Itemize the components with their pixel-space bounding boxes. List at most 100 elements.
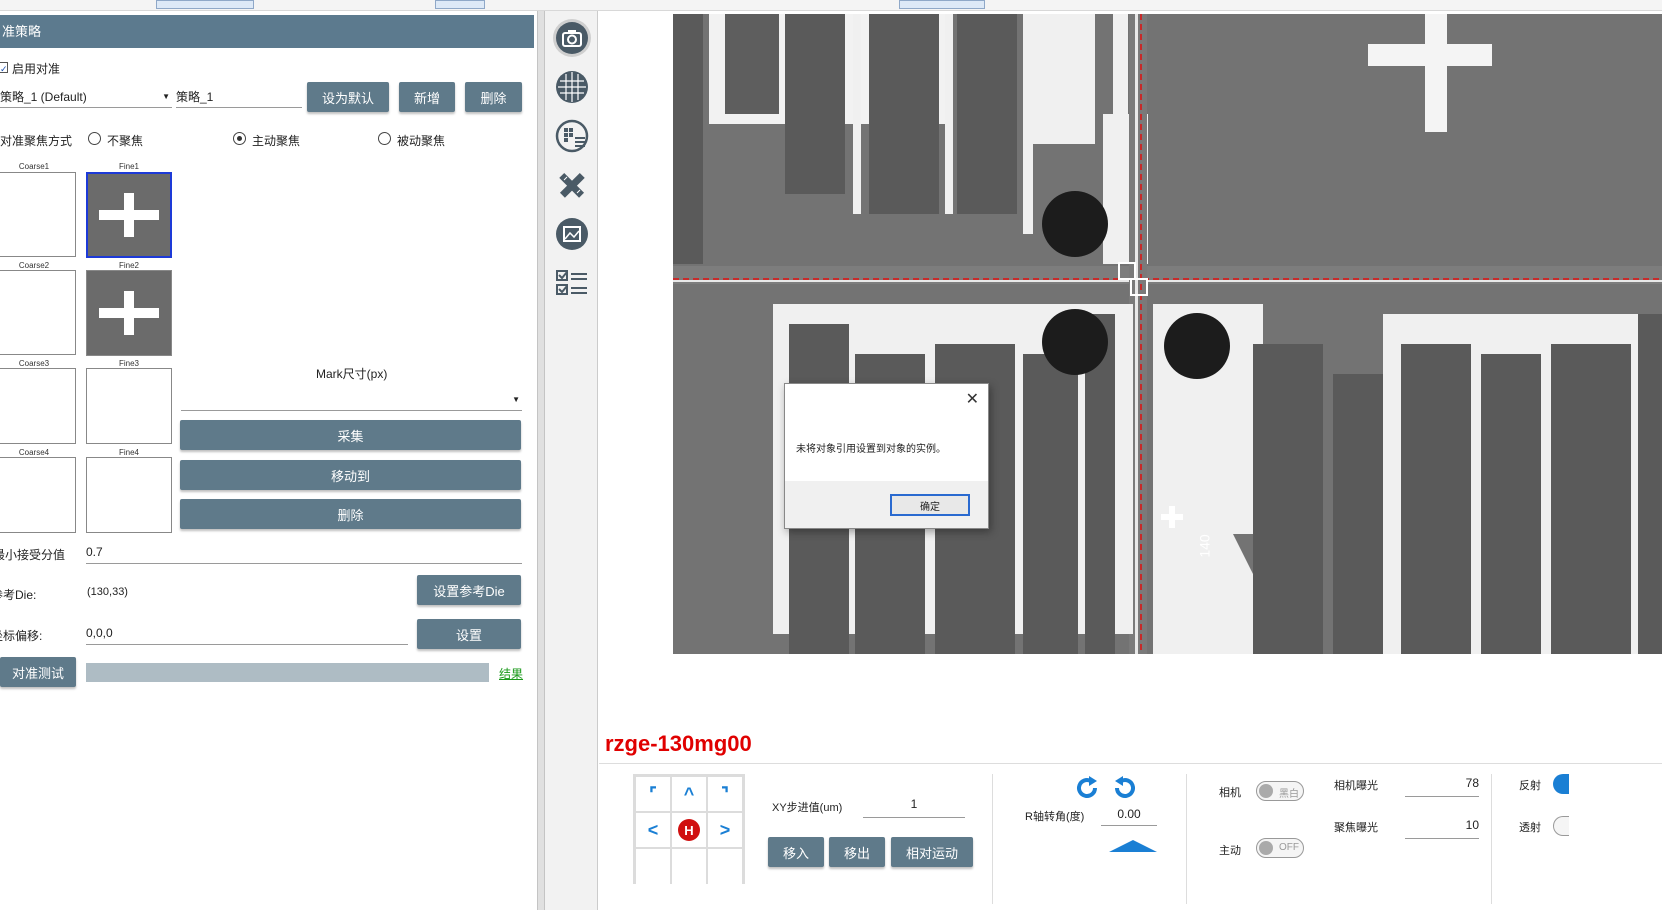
mark-size-label: Mark尺寸(px) xyxy=(316,367,388,381)
add-strategy-button[interactable]: 新增 xyxy=(399,82,455,112)
fine4-thumb[interactable] xyxy=(86,457,172,533)
active-focus-toggle[interactable]: OFF xyxy=(1256,838,1304,858)
camera-exposure-input[interactable]: 78 xyxy=(1405,775,1479,797)
arrow-up-right-icon[interactable]: ⌝ xyxy=(708,777,742,811)
fine1-label: Fine1 xyxy=(118,162,139,171)
ref-die-value: (130,33) xyxy=(87,586,128,598)
close-icon[interactable]: ✕ xyxy=(966,389,979,409)
camera-mode-toggle[interactable]: 黑白 xyxy=(1256,781,1304,801)
camera-exposure-label: 相机曝光 xyxy=(1334,780,1378,792)
min-score-input[interactable]: 0.7 xyxy=(86,544,522,564)
fine3-thumb[interactable] xyxy=(86,368,172,444)
offset-label: 坐标偏移: xyxy=(0,629,43,643)
arrow-up-left-icon[interactable]: ⌜ xyxy=(636,777,670,811)
alignment-test-button[interactable]: 对准测试 xyxy=(0,657,76,687)
arrow-right-icon[interactable]: > xyxy=(708,813,742,847)
result-link[interactable]: 结果 xyxy=(499,665,523,682)
toolbar-tab-3[interactable] xyxy=(899,0,985,9)
dialog-footer: 确定 xyxy=(785,481,988,528)
die-settings-icon[interactable] xyxy=(553,117,591,155)
relative-move-button[interactable]: 相对运动 xyxy=(891,837,973,867)
set-default-button[interactable]: 设为默认 xyxy=(307,82,389,112)
focus-exposure-label: 聚焦曝光 xyxy=(1334,822,1378,834)
delete-strategy-button[interactable]: 删除 xyxy=(465,82,522,112)
arrow-down-icon[interactable] xyxy=(672,849,706,884)
camera-icon[interactable] xyxy=(553,19,591,57)
rotate-cw-icon[interactable] xyxy=(1111,774,1139,802)
top-toolbar xyxy=(0,0,1662,11)
min-score-label: 最小接受分值 xyxy=(0,548,66,562)
panel-splitter[interactable] xyxy=(537,11,545,910)
focus-passive-label: 被动聚焦 xyxy=(397,134,446,148)
toolbar-tab-2[interactable] xyxy=(435,0,485,9)
rotate-ccw-icon[interactable] xyxy=(1073,774,1101,802)
toggle-knob xyxy=(1259,841,1273,855)
direction-pad: ⌜ ^ ⌝ < H > xyxy=(633,774,745,884)
enable-checkbox[interactable]: ✓ xyxy=(0,62,8,74)
alignment-strategy-panel: 准策略 ✓ 启用对准 策略_1 (Default) ▼ 策略_1 设为默认 新增… xyxy=(0,11,537,910)
coarse2-label: Coarse2 xyxy=(18,261,50,270)
coarse1-thumb[interactable] xyxy=(0,172,76,257)
move-to-button[interactable]: 移动到 xyxy=(180,460,521,490)
coarse3-thumb[interactable] xyxy=(0,368,76,444)
remove-mark-button[interactable]: 删除 xyxy=(180,499,521,529)
coarse1-label: Coarse1 xyxy=(18,162,50,171)
xy-step-label: XY步进值(um) xyxy=(772,802,843,814)
arrow-left-icon[interactable]: < xyxy=(636,813,670,847)
r-angle-label: R轴转角(度) xyxy=(1025,811,1085,823)
focus-exposure-input[interactable]: 10 xyxy=(1405,817,1479,839)
fine2-label: Fine2 xyxy=(118,261,139,270)
strategy-name-input[interactable]: 策略_1 xyxy=(176,88,302,108)
fine1-thumb[interactable] xyxy=(86,172,172,258)
die-name-label: rzge-130mg00 xyxy=(605,731,752,756)
transmit-toggle[interactable] xyxy=(1553,816,1569,836)
ref-die-label: 参考Die: xyxy=(0,588,37,602)
coarse4-thumb[interactable] xyxy=(0,457,76,533)
camera-label: 相机 xyxy=(1219,787,1241,799)
strategy-select-value: 策略_1 (Default) xyxy=(0,90,87,104)
chevron-down-icon: ▼ xyxy=(512,395,520,404)
toggle-knob xyxy=(1259,784,1273,798)
ok-button[interactable]: 确定 xyxy=(890,494,970,516)
focus-none-radio[interactable] xyxy=(88,132,101,145)
wafer-mark-text: 140 xyxy=(1196,534,1213,558)
home-icon: H xyxy=(678,819,700,841)
strategy-select[interactable]: 策略_1 (Default) ▼ xyxy=(0,88,172,108)
r-angle-input[interactable]: 0.00 xyxy=(1101,806,1157,826)
reflect-toggle[interactable] xyxy=(1553,774,1569,794)
measure-tools-icon[interactable] xyxy=(553,166,591,204)
separator xyxy=(992,774,993,904)
checklist-icon[interactable] xyxy=(553,264,591,302)
error-dialog: ✕ 未将对象引用设置到对象的实例。 确定 xyxy=(784,383,989,529)
active-label: 主动 xyxy=(1219,845,1241,857)
move-out-button[interactable]: 移出 xyxy=(829,837,885,867)
set-offset-button[interactable]: 设置 xyxy=(417,619,521,649)
focus-active-label: 主动聚焦 xyxy=(252,134,301,148)
transmit-label: 透射 xyxy=(1519,822,1541,834)
fine2-thumb[interactable] xyxy=(86,270,172,356)
check-icon: ✓ xyxy=(0,64,8,74)
set-ref-die-button[interactable]: 设置参考Die xyxy=(417,575,521,605)
wafer-image[interactable]: 140 xyxy=(673,14,1662,654)
arrow-down-left-icon[interactable] xyxy=(636,849,670,884)
home-button[interactable]: H xyxy=(672,813,706,847)
focus-mode-label: 对准聚焦方式 xyxy=(0,134,73,148)
capture-button[interactable]: 采集 xyxy=(180,420,521,450)
fine4-label: Fine4 xyxy=(118,448,139,457)
focus-passive-radio[interactable] xyxy=(378,132,391,145)
focus-active-radio[interactable] xyxy=(233,132,246,145)
arrow-up-icon[interactable]: ^ xyxy=(672,777,706,811)
image-gallery-icon[interactable] xyxy=(553,215,591,253)
wafer-map-icon[interactable] xyxy=(553,68,591,106)
move-in-button[interactable]: 移入 xyxy=(768,837,824,867)
test-progress-bar xyxy=(86,663,489,682)
arrow-up-triangle-icon[interactable] xyxy=(1109,840,1157,852)
arrow-down-right-icon[interactable] xyxy=(708,849,742,884)
toolbar-tab-1[interactable] xyxy=(156,0,254,9)
xy-step-input[interactable]: 1 xyxy=(863,796,965,818)
mark-size-select[interactable]: ▼ xyxy=(181,389,522,411)
coarse2-thumb[interactable] xyxy=(0,270,76,355)
offset-input[interactable]: 0,0,0 xyxy=(86,625,408,645)
stage-control-bar: ⌜ ^ ⌝ < H > XY步进值(um) 1 移入 移出 相对运动 R轴转角(… xyxy=(599,763,1662,910)
separator xyxy=(1186,774,1187,904)
